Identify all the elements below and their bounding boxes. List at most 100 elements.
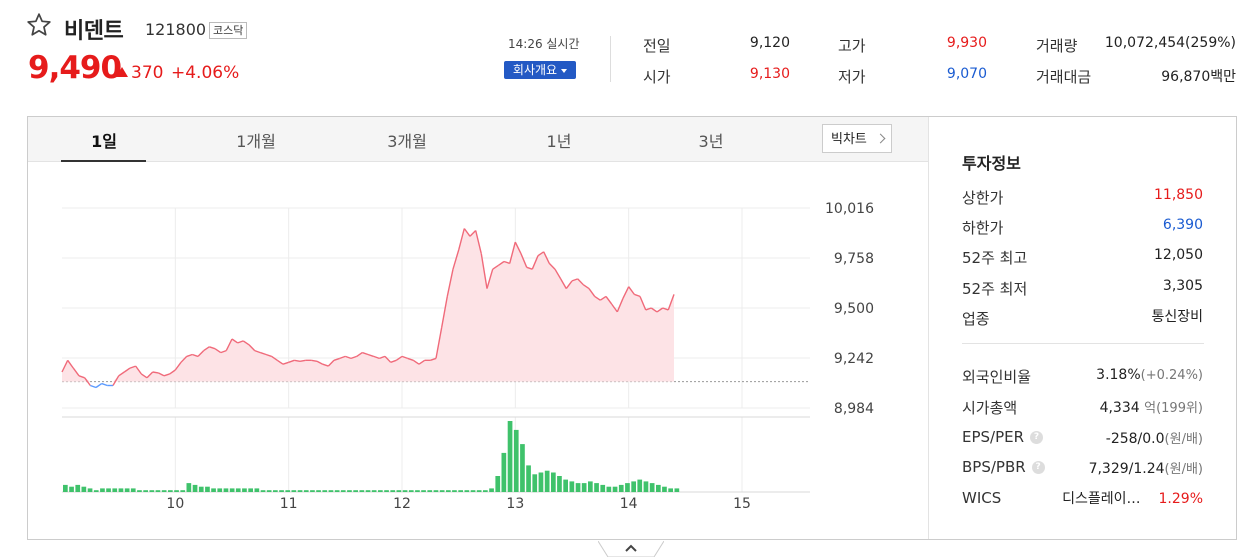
volume-bar bbox=[544, 470, 550, 492]
volume-bar bbox=[217, 488, 223, 492]
summary-label: 고가 bbox=[838, 37, 866, 55]
volume-bar bbox=[507, 421, 513, 492]
info-value: 3,305 bbox=[1162, 278, 1203, 294]
volume-bar bbox=[662, 486, 667, 492]
volume-bar bbox=[273, 490, 278, 492]
summary-label: 거래대금 bbox=[1036, 68, 1092, 86]
summary-value: 96,870백만 bbox=[1161, 69, 1236, 85]
summary-label: 전일 bbox=[643, 37, 671, 55]
volume-bar bbox=[637, 479, 643, 492]
summary-label: 거래량 bbox=[1036, 37, 1078, 55]
volume-bar bbox=[168, 490, 173, 492]
price-change: 370 bbox=[131, 63, 164, 83]
big-chart-button[interactable]: 빅차트 bbox=[822, 124, 892, 153]
help-icon[interactable]: ? bbox=[1030, 431, 1044, 444]
volume-bar bbox=[606, 486, 612, 492]
price-line-segment bbox=[299, 359, 306, 362]
volume-bar bbox=[433, 490, 439, 492]
summary-value: 10,072,454(259%) bbox=[1104, 35, 1236, 51]
info-label: 업종 bbox=[962, 310, 990, 328]
tab-1m[interactable]: 1개월 bbox=[213, 128, 299, 152]
period-tabs bbox=[28, 117, 929, 162]
volume-bar bbox=[594, 483, 599, 492]
volume-bar bbox=[532, 474, 538, 493]
volume-bar bbox=[93, 490, 99, 492]
volume-bar bbox=[501, 452, 507, 492]
summary-label: 시가 bbox=[643, 68, 671, 86]
tab-1d[interactable]: 1일 bbox=[61, 128, 147, 152]
info-label: 52주 최저 bbox=[962, 280, 1028, 298]
bps-pbr-value: 7,329/1.24(원/배) bbox=[1088, 461, 1203, 477]
volume-bar bbox=[303, 490, 309, 492]
volume-bar bbox=[483, 490, 488, 492]
volume-bar bbox=[557, 476, 562, 492]
price-line-segment bbox=[311, 359, 318, 362]
divider bbox=[610, 36, 611, 82]
volume-bar bbox=[124, 488, 130, 492]
price-change-pct: +4.06% bbox=[171, 63, 240, 83]
volume-bar bbox=[569, 481, 575, 493]
summary-value: 9,120 bbox=[749, 35, 790, 51]
stock-code: 121800 bbox=[145, 20, 207, 39]
volume-bar bbox=[260, 490, 266, 492]
volume-bar bbox=[118, 488, 124, 492]
x-tick-label: 15 bbox=[733, 496, 751, 512]
volume-bar bbox=[365, 490, 371, 492]
info-label: WICS bbox=[962, 489, 1002, 507]
volume-bar bbox=[674, 488, 680, 492]
volume-bar bbox=[130, 488, 136, 492]
chevron-right-icon bbox=[875, 133, 886, 144]
volume-bar bbox=[520, 444, 525, 492]
volume-bar bbox=[396, 490, 402, 492]
volume-bar bbox=[285, 490, 291, 492]
volume-bar bbox=[489, 488, 494, 492]
volume-bar bbox=[656, 484, 661, 492]
x-tick-label: 11 bbox=[280, 496, 298, 512]
volume-bar bbox=[470, 490, 476, 492]
eps-per-value: -258/0.0(원/배) bbox=[1105, 431, 1203, 447]
price-line-segment bbox=[294, 359, 301, 362]
volume-bar bbox=[452, 490, 457, 492]
price-line-segment bbox=[84, 377, 91, 386]
volume-bar bbox=[100, 488, 105, 492]
tab-3y[interactable]: 3년 bbox=[668, 128, 754, 152]
volume-bar bbox=[588, 481, 593, 493]
tab-1y[interactable]: 1년 bbox=[516, 128, 602, 152]
volume-bar bbox=[254, 488, 260, 492]
help-icon[interactable]: ? bbox=[1031, 461, 1045, 474]
volume-bar bbox=[75, 484, 81, 492]
volume-bar bbox=[347, 490, 352, 492]
foreign-ratio-value: 3.18%(+0.24%) bbox=[1096, 367, 1203, 383]
collapse-toggle[interactable] bbox=[598, 541, 664, 557]
info-label: 외국인비율 bbox=[962, 368, 1032, 386]
volume-bar bbox=[174, 490, 179, 492]
volume-bar bbox=[149, 490, 155, 492]
x-tick-label: 14 bbox=[620, 496, 638, 512]
tab-3m[interactable]: 3개월 bbox=[364, 128, 450, 152]
volume-bar bbox=[538, 472, 544, 492]
volume-bar bbox=[69, 486, 74, 492]
divider bbox=[928, 117, 929, 539]
up-triangle-icon bbox=[116, 67, 128, 77]
info-label-bps: BPS/PBR? bbox=[962, 458, 1045, 476]
volume-bar bbox=[575, 483, 581, 492]
volume-bar bbox=[378, 490, 383, 492]
info-label: 시가총액 bbox=[962, 399, 1018, 417]
summary-value: 9,930 bbox=[946, 35, 987, 51]
info-label: 상한가 bbox=[962, 189, 1004, 207]
volume-bar bbox=[427, 490, 433, 492]
volume-bar bbox=[106, 488, 111, 492]
info-label-eps: EPS/PER? bbox=[962, 428, 1044, 446]
volume-bar bbox=[464, 490, 470, 492]
realtime-label: 14:26 실시간 bbox=[508, 37, 580, 51]
volume-bar bbox=[328, 490, 334, 492]
info-label: 하한가 bbox=[962, 219, 1004, 237]
company-info-button[interactable]: 회사개요 bbox=[504, 61, 576, 79]
volume-bar bbox=[551, 472, 556, 492]
volume-bar bbox=[310, 490, 315, 492]
favorite-star-icon[interactable] bbox=[26, 12, 52, 38]
wics-value: 디스플레이… 1.29% bbox=[1062, 491, 1203, 507]
price-line-segment bbox=[101, 382, 108, 387]
stock-name: 비덴트 bbox=[64, 19, 124, 44]
volume-bar bbox=[476, 490, 482, 492]
